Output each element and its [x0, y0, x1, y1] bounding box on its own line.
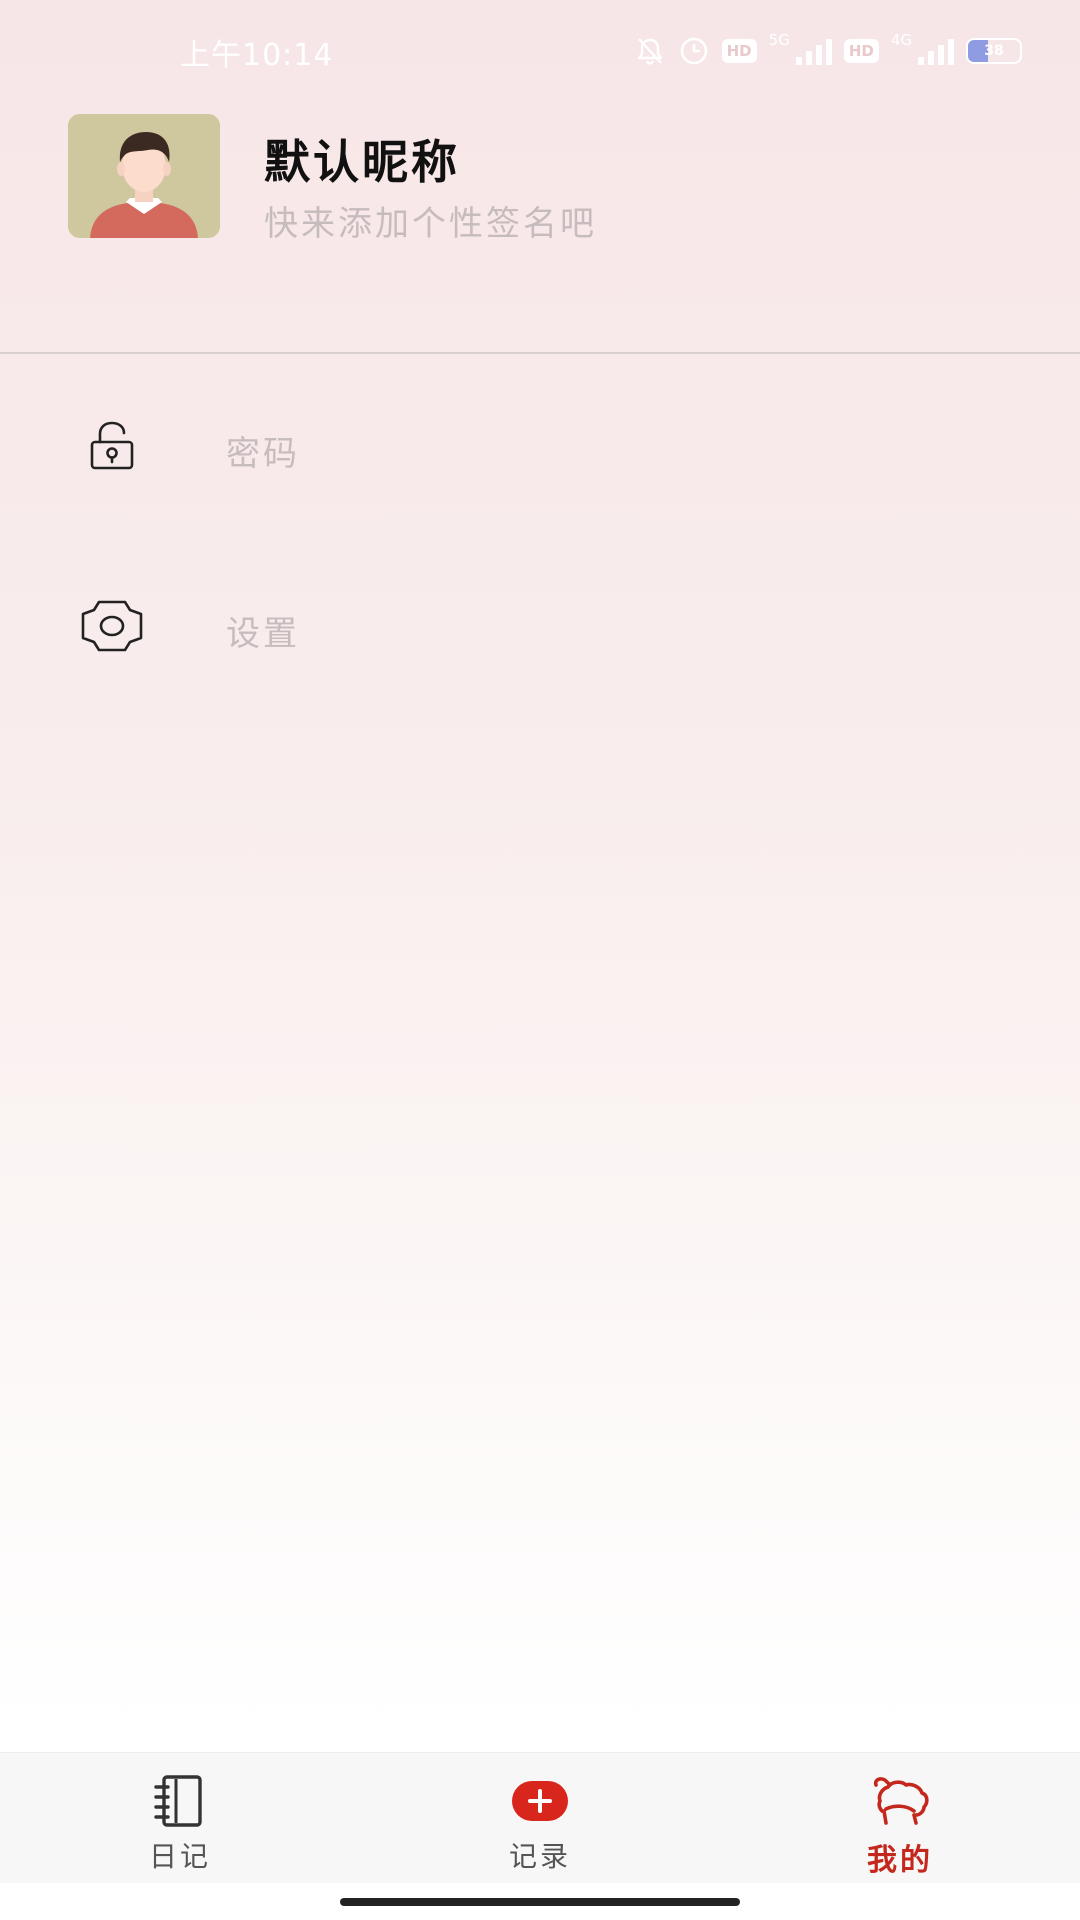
menu-label-password: 密码: [226, 434, 300, 474]
avatar[interactable]: [68, 114, 220, 238]
tab-label-diary: 日记: [148, 1840, 211, 1873]
signal-icon: [795, 37, 832, 65]
gear-icon: [78, 592, 146, 660]
status-bar: 上午10:14 HD 5G HD 4G 38: [0, 0, 1080, 100]
tab-diary[interactable]: 日记: [80, 1753, 280, 1883]
notebook-icon: [148, 1773, 212, 1829]
menu-item-password[interactable]: 密码: [0, 386, 1080, 506]
hd-icon: HD: [843, 39, 879, 63]
sheep-icon: [868, 1773, 932, 1829]
menu-item-settings[interactable]: 设置: [0, 566, 1080, 686]
battery-level: 38: [984, 43, 1004, 59]
profile-signature[interactable]: 快来添加个性签名吧: [264, 196, 597, 245]
profile-nickname[interactable]: 默认昵称: [264, 126, 460, 192]
hd-icon: HD: [721, 39, 757, 63]
home-indicator[interactable]: [340, 1898, 740, 1906]
plus-icon: [508, 1773, 572, 1829]
status-time: 上午10:14: [180, 38, 334, 73]
unlock-icon: [78, 412, 146, 480]
bell-off-icon: [634, 35, 666, 67]
bottom-nav: 日记 记录 我的: [0, 1752, 1080, 1883]
status-icons: HD 5G HD 4G 38: [634, 28, 1022, 74]
network-type-4g: 4G: [890, 31, 912, 49]
profile-header[interactable]: 默认昵称 快来添加个性签名吧: [0, 100, 1080, 352]
tab-label-record: 记录: [508, 1840, 571, 1873]
menu-label-settings: 设置: [226, 614, 300, 654]
signal-icon: [918, 37, 954, 65]
tab-mine[interactable]: 我的: [800, 1753, 1000, 1883]
network-type-5g: 5G: [768, 31, 790, 49]
avatar-man-icon: [68, 114, 220, 238]
tab-record[interactable]: 记录: [440, 1753, 640, 1883]
battery-icon: 38: [966, 38, 1022, 64]
tab-label-mine: 我的: [867, 1843, 933, 1878]
header-divider: [0, 352, 1080, 354]
alarm-icon: [678, 35, 710, 67]
